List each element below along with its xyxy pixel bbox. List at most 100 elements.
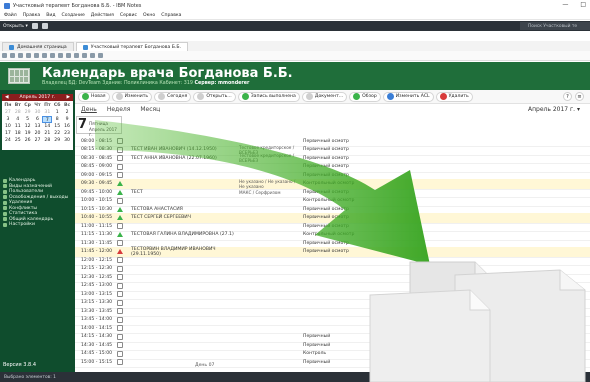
- overview-button[interactable]: Обзор: [349, 91, 381, 102]
- calendar-day[interactable]: 13: [33, 123, 43, 130]
- server-link[interactable]: Сервер: mmonderer: [195, 81, 250, 86]
- tab-calendar[interactable]: Участковый терапевт Богданова Б.Б.: [75, 42, 188, 51]
- tab-home[interactable]: Домашняя страница: [2, 42, 74, 51]
- edit-acl-button[interactable]: Изменить ACL: [382, 91, 434, 102]
- error-triangle-icon[interactable]: [117, 249, 123, 254]
- open-record-button[interactable]: Открыть...: [193, 91, 236, 102]
- prev-month-icon[interactable]: ◀: [5, 95, 9, 100]
- calendar-day[interactable]: 26: [23, 137, 33, 144]
- menu-window[interactable]: Окно: [143, 13, 155, 18]
- toolbar-icon[interactable]: [50, 53, 55, 58]
- open-button[interactable]: Открыть ▾: [3, 24, 28, 29]
- toolbar-square-icon[interactable]: [41, 23, 48, 29]
- maximize-button[interactable]: □: [580, 1, 586, 8]
- calendar-day[interactable]: 1: [52, 109, 62, 116]
- calendar-day[interactable]: 20: [33, 130, 43, 137]
- calendar-day[interactable]: 10: [3, 123, 13, 130]
- calendar-day[interactable]: 29: [52, 137, 62, 144]
- toolbar-icon[interactable]: [82, 53, 87, 58]
- calendar-day[interactable]: 9: [62, 116, 72, 123]
- checkbox-icon[interactable]: [117, 359, 123, 365]
- checkbox-icon[interactable]: [117, 197, 123, 204]
- checkbox-icon[interactable]: [117, 163, 123, 170]
- menu-create[interactable]: Создание: [62, 13, 85, 18]
- calendar-day[interactable]: 17: [3, 130, 13, 137]
- checkbox-icon[interactable]: [117, 138, 123, 144]
- new-button[interactable]: Новая: [78, 91, 110, 102]
- toolbar-icon[interactable]: [10, 53, 15, 58]
- today-button[interactable]: Сегодня: [154, 91, 192, 102]
- edit-button[interactable]: Изменить: [111, 91, 153, 102]
- checkbox-icon[interactable]: [117, 299, 123, 306]
- alert-triangle-icon[interactable]: [117, 181, 123, 186]
- view-week[interactable]: Неделя: [107, 106, 131, 113]
- help-icon[interactable]: ?: [563, 92, 572, 101]
- toolbar-icon[interactable]: [98, 53, 103, 58]
- menu-tools[interactable]: Сервис: [120, 13, 137, 18]
- checkbox-icon[interactable]: [117, 350, 123, 357]
- toolbar-icon[interactable]: [74, 53, 79, 58]
- calendar-day[interactable]: 16: [62, 123, 72, 130]
- document-button[interactable]: Документ...: [301, 91, 348, 102]
- calendar-day[interactable]: 29: [23, 109, 33, 116]
- menu-edit[interactable]: Правка: [23, 13, 40, 18]
- calendar-day[interactable]: 25: [13, 137, 23, 144]
- calendar-day[interactable]: 11: [13, 123, 23, 130]
- calendar-day[interactable]: 6: [33, 116, 43, 123]
- calendar-day[interactable]: 31: [42, 109, 52, 116]
- calendar-day[interactable]: 5: [23, 116, 33, 123]
- calendar-day[interactable]: 28: [13, 109, 23, 116]
- checkbox-icon[interactable]: [117, 282, 123, 289]
- alert-triangle-icon[interactable]: [117, 232, 123, 237]
- alert-triangle-icon[interactable]: [117, 215, 123, 220]
- calendar-day[interactable]: 7: [42, 116, 53, 123]
- calendar-day[interactable]: 28: [42, 137, 52, 144]
- calendar-day[interactable]: 24: [3, 137, 13, 144]
- calendar-day[interactable]: 30: [33, 109, 43, 116]
- calendar-day[interactable]: 2: [62, 109, 72, 116]
- toolbar-icon[interactable]: [2, 53, 7, 58]
- checkbox-icon[interactable]: [117, 291, 123, 297]
- schedule-row[interactable]: 15:00 - 15:15 Первичный: [75, 357, 590, 368]
- view-day[interactable]: День: [81, 106, 97, 113]
- calendar-day[interactable]: 14: [42, 123, 52, 130]
- view-month[interactable]: Месяц: [140, 106, 160, 113]
- search-input[interactable]: Поиск Участковый те: [520, 22, 590, 30]
- toolbar-icon[interactable]: [34, 53, 39, 58]
- calendar-day[interactable]: 22: [52, 130, 62, 137]
- calendar-day[interactable]: 3: [3, 116, 13, 123]
- settings-icon[interactable]: ≡: [575, 92, 584, 101]
- calendar-day[interactable]: 23: [62, 130, 72, 137]
- calendar-day[interactable]: 21: [42, 130, 52, 137]
- toolbar-icon[interactable]: [66, 53, 71, 58]
- checkbox-icon[interactable]: [117, 155, 123, 161]
- checkbox-icon[interactable]: [117, 325, 123, 331]
- toolbar-icon[interactable]: [90, 53, 95, 58]
- checkbox-icon[interactable]: [117, 308, 123, 314]
- sidebar-item[interactable]: Настройки: [3, 222, 73, 228]
- checkbox-icon[interactable]: [117, 146, 123, 153]
- calendar-day[interactable]: 12: [23, 123, 33, 130]
- checkbox-icon[interactable]: [117, 274, 123, 280]
- menu-file[interactable]: Файл: [4, 13, 17, 18]
- toolbar-icon[interactable]: [42, 53, 47, 58]
- month-selector[interactable]: Апрель 2017 г. ▾: [528, 106, 590, 113]
- checkbox-icon[interactable]: [117, 240, 123, 246]
- toolbar-square-icon[interactable]: [31, 23, 38, 29]
- toolbar-icon[interactable]: [58, 53, 63, 58]
- checkbox-icon[interactable]: [117, 257, 123, 263]
- alert-triangle-icon[interactable]: [117, 206, 123, 212]
- calendar-day[interactable]: 4: [13, 116, 23, 123]
- checkbox-icon[interactable]: [117, 172, 123, 178]
- menu-actions[interactable]: Действия: [91, 13, 114, 18]
- toolbar-icon[interactable]: [18, 53, 23, 58]
- menu-view[interactable]: Вид: [46, 13, 55, 18]
- toolbar-icon[interactable]: [26, 53, 31, 58]
- checkbox-icon[interactable]: [117, 333, 123, 340]
- calendar-day[interactable]: 8: [52, 116, 62, 123]
- calendar-day[interactable]: 15: [52, 123, 62, 130]
- alert-triangle-icon[interactable]: [117, 189, 123, 195]
- checkbox-icon[interactable]: [117, 316, 123, 323]
- delete-button[interactable]: Удалить: [435, 91, 473, 102]
- checkbox-icon[interactable]: [117, 265, 123, 272]
